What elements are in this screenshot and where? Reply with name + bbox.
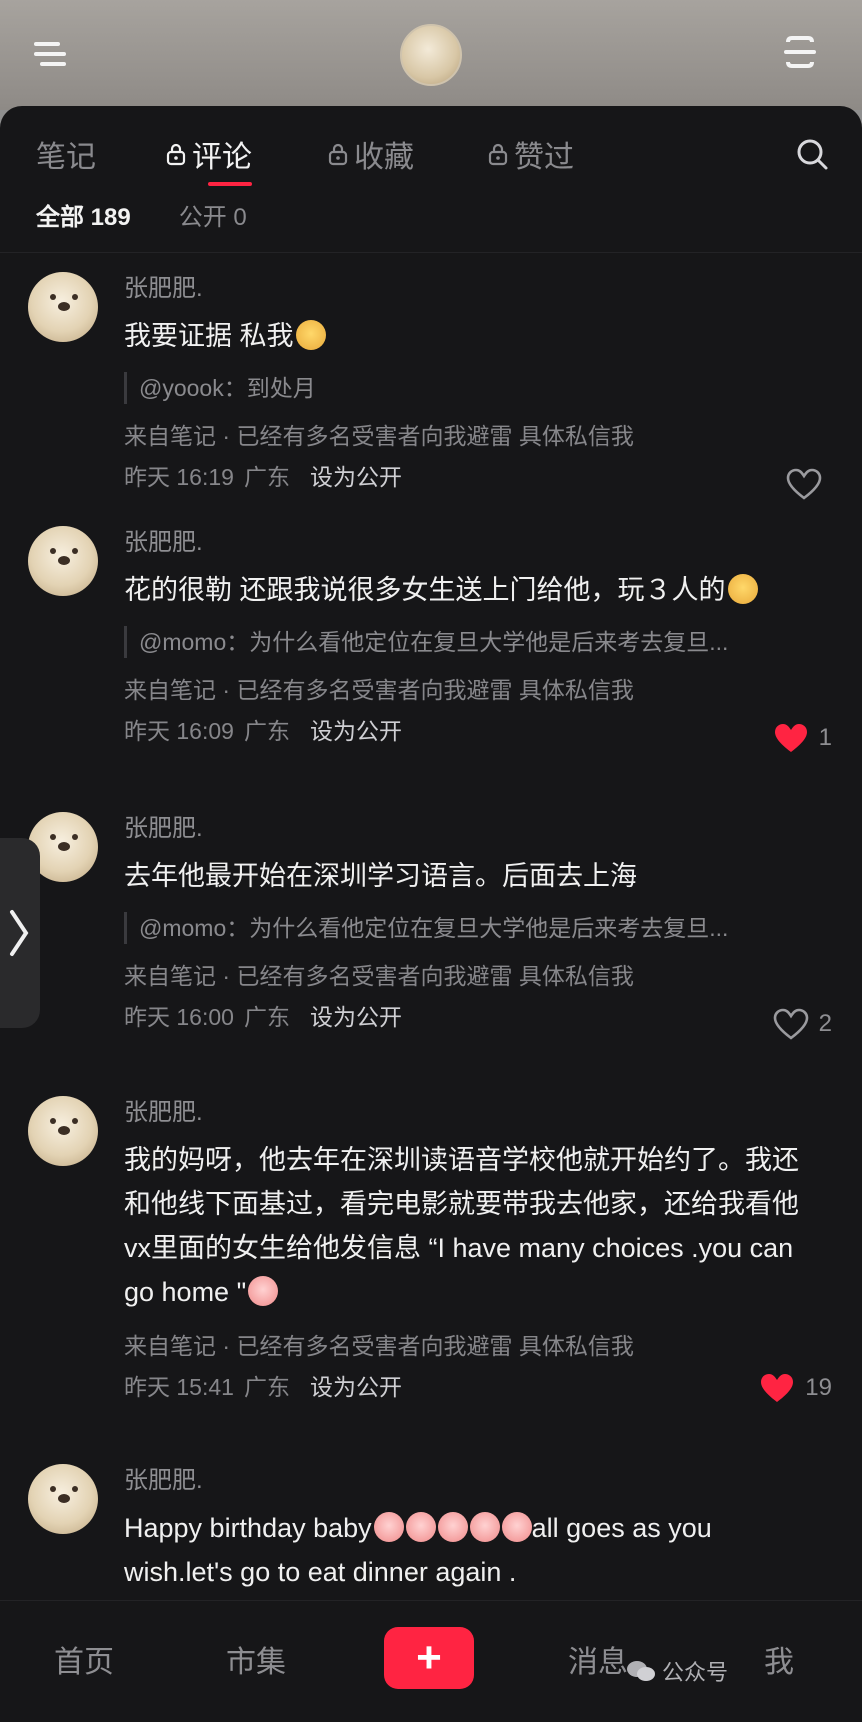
heart-filled-icon (761, 1374, 794, 1402)
top-bar (0, 0, 862, 110)
comment-location: 广东 (243, 464, 290, 490)
tab-favorites[interactable]: 收藏 (328, 132, 414, 176)
comment-location: 广东 (243, 1004, 290, 1030)
comment-meta: 昨天 16:00 广东 设为公开 (124, 1000, 824, 1034)
nav-me[interactable]: 我 (764, 1637, 794, 1681)
wechat-icon (627, 1661, 655, 1681)
like-button[interactable]: 19 (759, 1372, 832, 1404)
lock-icon (488, 143, 508, 166)
comment-time: 昨天 16:19 (124, 464, 234, 490)
heart-outline-icon (773, 1008, 808, 1040)
like-count: 19 (805, 1374, 832, 1401)
menu-icon[interactable] (28, 30, 72, 74)
comment-author[interactable]: 张肥肥. (124, 812, 824, 846)
quoted-comment[interactable]: @yoook：到处月 (124, 372, 839, 404)
like-button[interactable]: 2 (773, 1008, 832, 1040)
make-public-button[interactable]: 设为公开 (310, 1000, 402, 1034)
comment-source[interactable]: 来自笔记 · 已经有多名受害者向我避雷 具体私信我 (124, 960, 824, 992)
comment-text: 去年他最开始在深圳学习语言。后面去上海 (124, 861, 637, 891)
emoji-icon (373, 1512, 404, 1542)
comment-time: 昨天 16:09 (124, 718, 234, 744)
comment-meta: 昨天 16:09 广东 设为公开 (124, 714, 824, 748)
like-count: 2 (818, 1010, 832, 1037)
avatar[interactable] (28, 1464, 98, 1534)
make-public-button[interactable]: 设为公开 (310, 1370, 402, 1404)
emoji-icon (248, 1276, 279, 1306)
tab-liked[interactable]: 赞过 (488, 132, 574, 176)
like-count: 1 (818, 724, 832, 751)
comment-text: Happy birthday baby all goes as you wish.… (124, 1512, 712, 1587)
tab-notes[interactable]: 笔记 (36, 132, 96, 176)
nav-messages[interactable]: 消息 (568, 1637, 628, 1681)
comment-source[interactable]: 来自笔记 · 已经有多名受害者向我避雷 具体私信我 (124, 1330, 824, 1362)
quoted-comment[interactable]: @momo：为什么看他定位在复旦大学他是后来考去复旦... (124, 912, 839, 944)
emoji-icon (437, 1512, 468, 1542)
comment-source[interactable]: 来自笔记 · 已经有多名受害者向我避雷 具体私信我 (124, 420, 824, 452)
avatar[interactable] (28, 272, 98, 342)
tab-label: 赞过 (514, 141, 574, 174)
comment-source[interactable]: 来自笔记 · 已经有多名受害者向我避雷 具体私信我 (124, 674, 824, 706)
like-button[interactable]: 1 (773, 722, 832, 754)
emoji-icon (295, 320, 326, 350)
comment-author[interactable]: 张肥肥. (124, 1096, 824, 1130)
make-public-button[interactable]: 设为公开 (310, 460, 402, 494)
comment-location: 广东 (243, 1374, 290, 1400)
comment-filter: 全部 189 公开 0 (36, 194, 247, 234)
heart-filled-icon (774, 724, 807, 752)
chevron-right-icon (10, 910, 29, 956)
tab-label: 评论 (192, 141, 252, 174)
comment-author[interactable]: 张肥肥. (124, 1464, 824, 1498)
like-button[interactable] (786, 468, 832, 500)
filter-all[interactable]: 全部 189 (36, 197, 131, 232)
active-tab-indicator (208, 182, 252, 186)
comment-time: 昨天 16:00 (124, 1004, 234, 1030)
side-drawer-handle[interactable] (0, 838, 40, 1028)
comment-text: 花的很勒 还跟我说很多女生送上门给他，玩３人的 (124, 568, 824, 612)
lock-icon (328, 143, 348, 166)
quoted-comment[interactable]: @momo：为什么看他定位在复旦大学他是后来考去复旦... (124, 626, 839, 658)
emoji-icon (469, 1512, 500, 1542)
nav-home[interactable]: 首页 (54, 1637, 114, 1681)
lock-icon (166, 143, 186, 166)
comment-meta: 昨天 16:19 广东 设为公开 (124, 460, 824, 494)
nav-market[interactable]: 市集 (226, 1637, 286, 1681)
emoji-icon (727, 574, 758, 604)
comment-time: 昨天 15:41 (124, 1374, 234, 1400)
comment-author[interactable]: 张肥肥. (124, 272, 824, 306)
comment-meta: 昨天 15:41 广东 设为公开 (124, 1370, 824, 1404)
comment-location: 广东 (243, 718, 290, 744)
avatar[interactable] (28, 1096, 98, 1166)
make-public-button[interactable]: 设为公开 (310, 714, 402, 748)
watermark: 公众号 (626, 1655, 728, 1687)
avatar[interactable] (28, 526, 98, 596)
tab-label: 收藏 (354, 141, 414, 174)
plus-icon: + (416, 1633, 442, 1682)
divider (0, 252, 862, 253)
comment-text: 我要证据 私我 (124, 314, 824, 358)
tab-label: 笔记 (36, 141, 96, 174)
bottom-nav: 首页 市集 + 消息 我 公众号 (0, 1600, 862, 1722)
profile-avatar[interactable] (400, 24, 462, 86)
search-icon[interactable] (792, 134, 832, 174)
content-panel: 笔记 评论 收藏 赞过 全部 189 公开 0 张肥肥. 我要证据 私我 @yo… (0, 106, 862, 1722)
profile-tabs: 笔记 评论 收藏 赞过 (0, 126, 862, 190)
emoji-icon (405, 1512, 436, 1542)
share-icon[interactable] (778, 30, 822, 74)
heart-outline-icon (786, 468, 822, 500)
add-post-button[interactable]: + (384, 1627, 474, 1689)
tab-comments[interactable]: 评论 (166, 132, 252, 176)
filter-public[interactable]: 公开 0 (179, 197, 247, 232)
comment-text: 我的妈呀，他去年在深圳读语音学校他就开始约了。我还和他线下面基过，看完电影就要带… (124, 1145, 799, 1307)
emoji-icon (501, 1512, 532, 1542)
comment-author[interactable]: 张肥肥. (124, 526, 824, 560)
